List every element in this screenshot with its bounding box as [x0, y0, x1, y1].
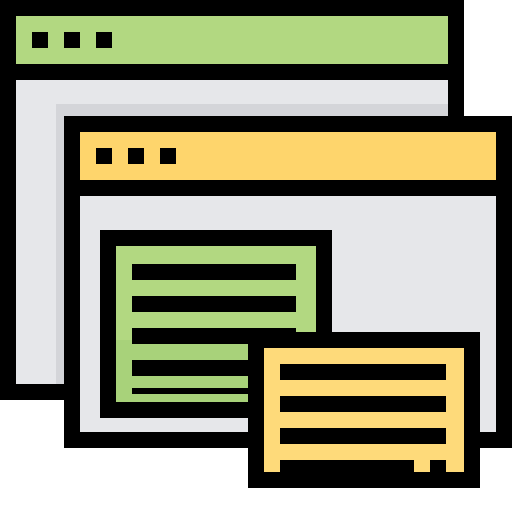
back-window-dot-3 [96, 32, 112, 48]
green-panel-line-1 [132, 264, 296, 280]
icon-canvas [0, 0, 512, 488]
yellow-panel [248, 332, 480, 488]
front-window-dot-2 [128, 148, 144, 164]
yellow-panel-line-1 [280, 364, 446, 380]
green-panel-line-2 [132, 296, 296, 312]
multiple-windows-icon [0, 0, 512, 512]
back-window-divider [16, 64, 448, 80]
front-window-divider [80, 180, 496, 196]
yellow-panel-line-3 [280, 428, 446, 444]
front-window-dot-1 [96, 148, 112, 164]
yellow-panel-line-4 [280, 460, 414, 476]
yellow-panel-line-2 [280, 396, 446, 412]
back-window-titlebar [16, 16, 448, 64]
back-window-dot-2 [64, 32, 80, 48]
front-window-dot-3 [160, 148, 176, 164]
back-window-dot-1 [32, 32, 48, 48]
yellow-panel-dot [430, 460, 446, 476]
